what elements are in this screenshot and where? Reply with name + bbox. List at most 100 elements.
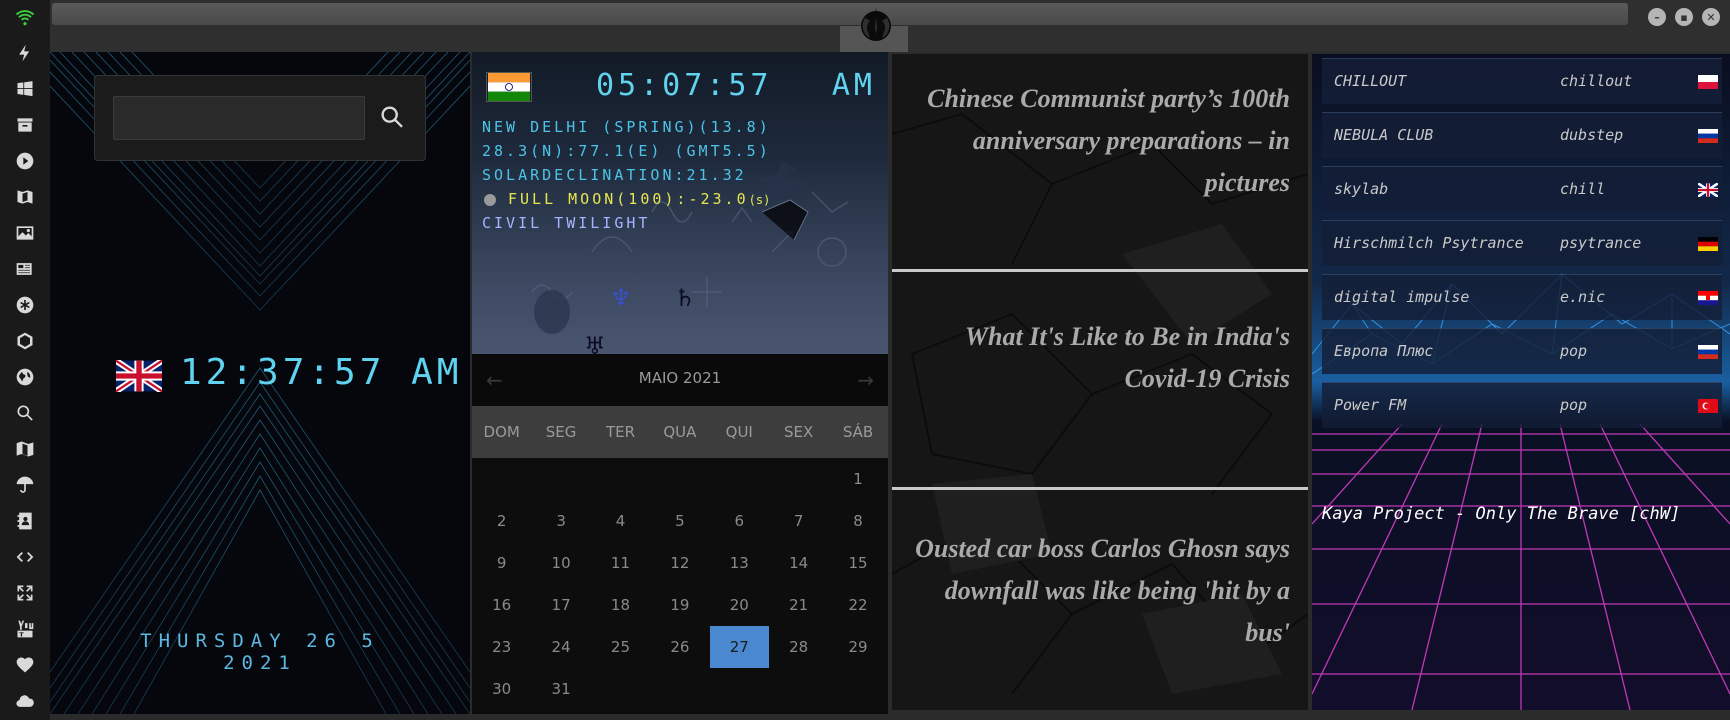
calendar-week-row: 1 [472,458,888,500]
croatia-flag-icon [1698,291,1718,305]
calendar-day[interactable]: 22 [828,584,887,626]
newspaper-icon[interactable] [13,257,37,281]
local-clock-panel: 12:37:57 AM THURSDAY 26 5 2021 [50,52,470,714]
globe-icon[interactable] [13,365,37,389]
calendar-day[interactable]: 28 [769,626,828,668]
station-row[interactable]: NEBULA CLUB dubstep [1322,112,1722,158]
hexagon-icon[interactable] [13,329,37,353]
calendar-day[interactable]: 3 [531,500,590,542]
youtube-icon[interactable] [13,617,37,641]
search-box [94,75,426,161]
play-icon[interactable] [13,149,37,173]
declination-line: SOLARDECLINATION:21.32 [482,166,747,184]
code-icon[interactable] [13,545,37,569]
map-icon[interactable] [13,437,37,461]
calendar-day[interactable]: 10 [531,542,590,584]
calendar-weekday-row: DOM SEG TER QUA QUI SEX SÁB [472,406,888,458]
calendar-day-empty [650,668,709,710]
windows-icon[interactable] [13,77,37,101]
title-track[interactable] [52,3,1628,25]
station-row[interactable]: CHILLOUT chillout [1322,58,1722,104]
next-month-button[interactable]: → [857,368,874,392]
station-row[interactable]: Европа Плюс pop [1322,328,1722,374]
minimize-button[interactable]: – [1648,8,1666,26]
calendar-day[interactable]: 6 [710,500,769,542]
search-icon[interactable] [13,401,37,425]
calendar-day[interactable]: 25 [591,626,650,668]
calendar-week-row: 30 31 [472,668,888,710]
contacts-icon[interactable] [13,509,37,533]
cloud-icon[interactable] [13,689,37,713]
station-genre: chillout [1560,72,1633,90]
station-row[interactable]: skylab chill [1322,166,1722,212]
calendar-day[interactable]: 29 [828,626,887,668]
calendar-day[interactable]: 26 [650,626,709,668]
calendar-day[interactable]: 1 [828,458,887,500]
calendar-day[interactable]: 24 [531,626,590,668]
calendar-day[interactable]: 5 [650,500,709,542]
calendar-week-row: 9 10 11 12 13 14 15 [472,542,888,584]
calendar-day[interactable]: 2 [472,500,531,542]
umbrella-icon[interactable] [13,473,37,497]
map-book-icon[interactable] [13,185,37,209]
calendar-day[interactable]: 17 [531,584,590,626]
heart-icon[interactable] [13,653,37,677]
calendar-day[interactable]: 7 [769,500,828,542]
news-divider [892,487,1308,490]
news-headline[interactable]: Ousted car boss Carlos Ghosn says downfa… [892,528,1308,654]
calendar-day[interactable]: 21 [769,584,828,626]
archive-icon[interactable] [13,113,37,137]
saturn-symbol-icon: ♄ [674,284,696,312]
calendar-day[interactable]: 23 [472,626,531,668]
search-input[interactable] [113,96,365,140]
moon-phase-line: FULL MOON(100):-23.0(s) [508,190,770,208]
uk-flag-icon [1698,183,1718,197]
close-button[interactable]: ✕ [1702,8,1720,26]
calendar-day[interactable]: 8 [828,500,887,542]
india-flag-icon [486,72,532,102]
calendar-day[interactable]: 30 [472,668,531,710]
calendar-day-empty [710,668,769,710]
calendar-week-row: 2345678 [472,500,888,542]
turkey-flag-icon [1698,399,1718,413]
germany-flag-icon [1698,237,1718,251]
bolt-icon[interactable] [13,41,37,65]
weekday-label: TER [605,423,635,441]
local-time: 12:37:57 AM [180,352,462,393]
calendar-day[interactable]: 11 [591,542,650,584]
twilight-line: CIVIL TWILIGHT [482,214,651,232]
calendar-day-today[interactable]: 27 [709,626,769,668]
calendar-day[interactable]: 15 [828,542,887,584]
calendar-day[interactable]: 9 [472,542,531,584]
desktop-app: – ▪ ✕ 12:37:57 AM THURSDAY 26 5 2021 05:… [0,0,1730,720]
calendar-header: ← MAIO 2021 → [472,354,888,406]
calendar-day[interactable]: 16 [472,584,531,626]
news-headline[interactable]: Chinese Communist party’s 100th annivers… [892,78,1308,204]
station-name: Hirschmilch Psytrance [1334,234,1524,252]
news-panel: Chinese Communist party’s 100th annivers… [892,54,1308,710]
calendar-day[interactable]: 12 [650,542,709,584]
calendar-day[interactable]: 4 [591,500,650,542]
calendar-day-empty [828,668,887,710]
station-genre: e.nic [1560,288,1606,306]
calendar-day[interactable]: 31 [531,668,590,710]
calendar-day[interactable]: 13 [710,542,769,584]
titlebar[interactable]: – ▪ ✕ [50,0,1730,52]
weekday-label: SEG [545,423,577,441]
station-row[interactable]: digital impulse e.nic [1322,274,1722,320]
search-button[interactable] [375,100,409,134]
wifi-icon[interactable] [13,5,37,29]
expand-icon[interactable] [13,581,37,605]
asterisk-icon[interactable] [13,293,37,317]
station-row[interactable]: Power FM pop [1322,382,1722,428]
image-icon[interactable] [13,221,37,245]
calendar-day[interactable]: 19 [650,584,709,626]
station-row[interactable]: Hirschmilch Psytrance psytrance [1322,220,1722,266]
calendar-day[interactable]: 18 [591,584,650,626]
calendar-day[interactable]: 20 [710,584,769,626]
news-headline[interactable]: What It's Like to Be in India's Covid-19… [892,316,1308,400]
russia-flag-icon [1698,129,1718,143]
uranus-symbol-icon: ♅ [584,332,606,354]
calendar-day[interactable]: 14 [769,542,828,584]
maximize-button[interactable]: ▪ [1675,8,1693,26]
